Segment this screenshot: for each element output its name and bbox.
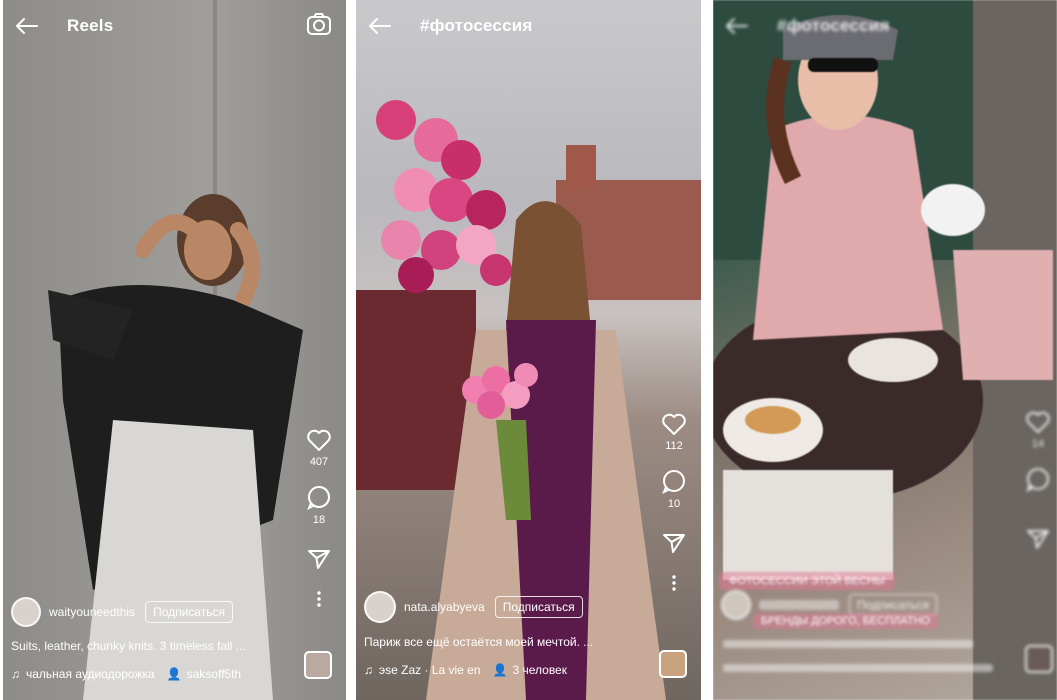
more-vertical-icon[interactable] [316, 590, 322, 608]
author-line: nata.alyabyeva Подписаться [364, 591, 651, 623]
audio-line[interactable] [723, 664, 993, 672]
share-action [1026, 528, 1050, 550]
text-overlay-2: БРЕНДЫ ДОРОГО, БЕСПЛАТНО [753, 613, 939, 629]
more-vertical-icon[interactable] [671, 574, 677, 592]
reel-meta: nata.alyabyeva Подписаться Париж все ещё… [364, 591, 651, 677]
follow-button[interactable]: Подписаться [494, 596, 583, 618]
audio-user: saksoff5th [186, 667, 242, 681]
like-count: 407 [309, 456, 329, 468]
caption[interactable]: Suits, leather, chunky knits. 3 timeless… [11, 639, 296, 653]
audio-title: чальная аудиодорожка [26, 667, 155, 681]
action-column: 112 10 [661, 412, 687, 602]
audio-thumbnail[interactable] [1025, 645, 1053, 673]
send-icon[interactable] [307, 548, 331, 570]
send-icon[interactable] [662, 532, 686, 554]
follow-button[interactable]: Подписаться [145, 601, 233, 623]
reel-meta: waityouneedthis Подписаться Suits, leath… [11, 597, 296, 681]
comment-action: 10 [661, 468, 687, 510]
action-column: 14 [1025, 410, 1051, 560]
caption[interactable] [723, 640, 973, 648]
more-action [671, 574, 677, 592]
comment-action [1025, 466, 1051, 492]
caption[interactable]: Париж все ещё остаётся моей мечтой. ... [364, 635, 651, 649]
reels-screen-2: #фотосессия 112 10 nata.alyabyeva Подпис… [356, 0, 701, 700]
music-note-icon: ♫ [364, 663, 373, 677]
comment-icon[interactable] [1025, 466, 1051, 492]
like-action: 112 [661, 412, 687, 452]
top-bar: #фотосессия [356, 0, 701, 52]
comment-count: 18 [312, 514, 326, 526]
camera-icon[interactable] [306, 12, 332, 36]
like-action: 14 [1025, 410, 1051, 450]
share-action [307, 548, 331, 570]
like-action: 407 [306, 428, 332, 468]
audio-line[interactable]: ♫ эse Zaz · La vie en 👤 3 человек [364, 663, 651, 677]
person-icon: 👤 [166, 667, 182, 681]
avatar[interactable] [364, 591, 396, 623]
avatar[interactable] [11, 597, 41, 627]
back-arrow-icon[interactable] [723, 16, 749, 36]
reel-figure-illustration [48, 0, 303, 700]
page-title: #фотосессия [777, 16, 890, 35]
reel-video-frame[interactable] [3, 0, 346, 700]
top-bar: Reels [3, 0, 346, 52]
avatar[interactable] [721, 590, 751, 620]
audio-thumbnail[interactable] [304, 651, 332, 679]
audio-users: 3 человек [512, 663, 567, 677]
comment-icon[interactable] [306, 484, 332, 510]
share-action [662, 532, 686, 554]
more-action [316, 590, 322, 608]
audio-title: эse Zaz · La vie en [379, 663, 481, 677]
author-line: waityouneedthis Подписаться [11, 597, 296, 627]
music-note-icon: ♫ [11, 667, 20, 681]
send-icon[interactable] [1026, 528, 1050, 550]
audio-line[interactable]: ♫ чальная аудиодорожка 👤 saksoff5th [11, 667, 296, 681]
comment-icon[interactable] [661, 468, 687, 494]
reels-screen-3: #фотосессия 14 ФОТОСЕССИИ ЭТОЙ ВЕСНЫ Под… [713, 0, 1057, 700]
like-count: 14 [1031, 438, 1045, 450]
reels-screen-1: Reels 407 18 waityouneedthis Подписаться… [3, 0, 346, 700]
reels-comparison: Reels 407 18 waityouneedthis Подписаться… [0, 0, 1057, 700]
back-arrow-icon[interactable] [13, 16, 39, 36]
like-count: 112 [665, 440, 683, 452]
people-icon: 👤 [492, 663, 508, 677]
audio-thumbnail[interactable] [659, 650, 687, 678]
page-title: Reels [67, 16, 114, 35]
heart-icon[interactable] [661, 412, 687, 436]
text-overlay: ФОТОСЕССИИ ЭТОЙ ВЕСНЫ [719, 572, 895, 590]
top-bar: #фотосессия [713, 0, 1057, 52]
comment-action: 18 [306, 484, 332, 526]
comment-count: 10 [667, 498, 681, 510]
username[interactable] [759, 600, 839, 610]
back-arrow-icon[interactable] [366, 16, 392, 36]
heart-icon[interactable] [1025, 410, 1051, 434]
page-title: #фотосессия [420, 16, 533, 35]
heart-icon[interactable] [306, 428, 332, 452]
username[interactable]: waityouneedthis [49, 605, 135, 619]
username[interactable]: nata.alyabyeva [404, 600, 485, 614]
action-column: 407 18 [306, 428, 332, 618]
